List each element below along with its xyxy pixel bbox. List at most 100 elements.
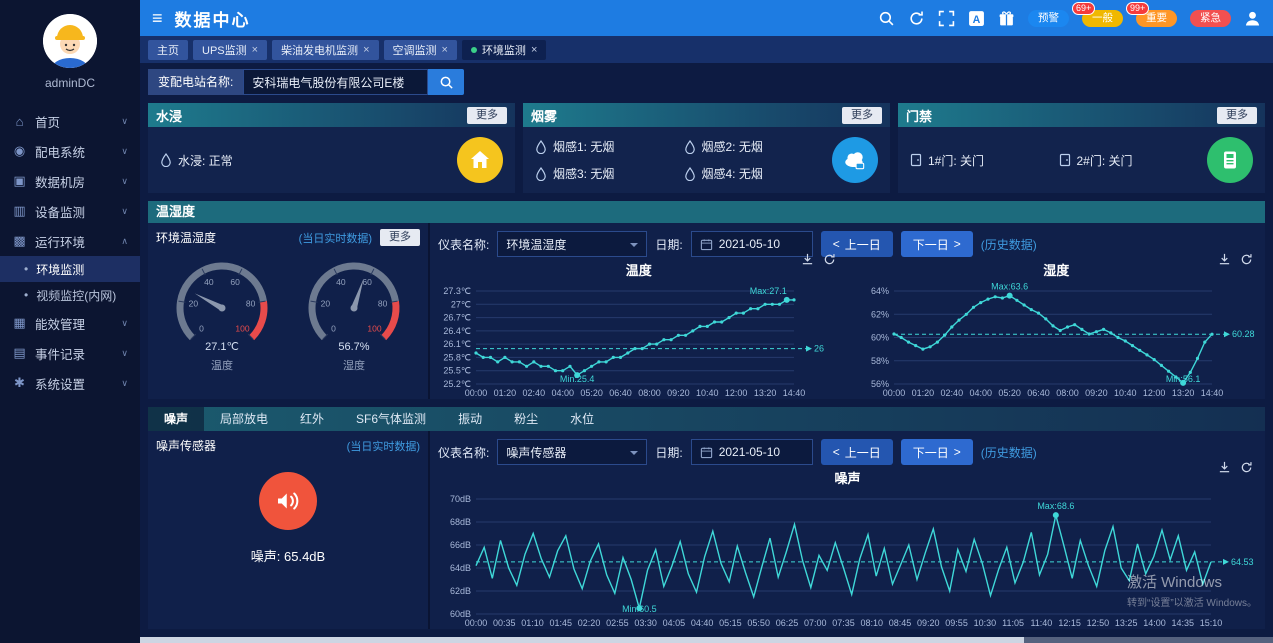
water-panel: 水浸更多 水浸: 正常 — [148, 103, 515, 193]
refresh-icon[interactable] — [908, 10, 925, 27]
history-data-link[interactable]: (历史数据) — [981, 444, 1037, 461]
sidebar-item-video-monitoring[interactable]: •视频监控(内网) — [0, 282, 140, 308]
menu-toggle-icon[interactable]: ≡ — [152, 9, 163, 27]
next-day-button[interactable]: 下一日> — [901, 231, 973, 257]
svg-text:13:20: 13:20 — [754, 388, 777, 398]
svg-text:14:35: 14:35 — [1171, 618, 1194, 628]
refresh-icon[interactable] — [823, 253, 836, 266]
close-icon[interactable]: × — [363, 44, 369, 56]
water-more-button[interactable]: 更多 — [467, 107, 507, 124]
svg-text:11:05: 11:05 — [1002, 618, 1024, 628]
station-search-button[interactable] — [428, 69, 464, 95]
droplet-icon — [160, 153, 172, 167]
sidebar-item-power-system[interactable]: ◉配电系统∨ — [0, 136, 140, 166]
humidity-gauge: 02040608010056.7% 湿度 — [288, 250, 420, 373]
translate-icon[interactable]: A — [968, 10, 985, 27]
smoke-more-button[interactable]: 更多 — [842, 107, 882, 124]
calendar-icon — [700, 446, 713, 459]
download-icon[interactable] — [1218, 461, 1231, 474]
svg-text:58%: 58% — [870, 356, 888, 366]
meter-select[interactable]: 环境温湿度 — [497, 231, 647, 257]
temperature-chart: 25.2℃25.5℃25.8℃26.1℃26.4℃26.7℃27℃27.3℃00… — [430, 281, 848, 399]
alert-count-badge: 99+ — [1126, 2, 1149, 15]
svg-text:27℃: 27℃ — [451, 299, 471, 309]
tab-hvac[interactable]: 空调监测× — [384, 40, 457, 60]
chevron-down-icon: ∨ — [121, 116, 128, 127]
tab-ups[interactable]: UPS监测× — [193, 40, 267, 60]
alert-pill-3[interactable]: 紧急 — [1190, 10, 1231, 27]
tab-env-monitoring[interactable]: 环境监测× — [462, 40, 546, 60]
sidebar-item-device-monitor[interactable]: ▥设备监测∨ — [0, 196, 140, 226]
meter-select[interactable]: 噪声传感器 — [497, 439, 647, 465]
alert-pill-2[interactable]: 99+重要 — [1136, 10, 1177, 27]
sidebar-item-environment[interactable]: ▩运行环境∧ — [0, 226, 140, 256]
svg-text:Max:68.6: Max:68.6 — [1037, 501, 1074, 511]
door-more-button[interactable]: 更多 — [1217, 107, 1257, 124]
temp-more-button[interactable]: 更多 — [380, 229, 420, 246]
noise-value: 噪声: 65.4dB — [156, 546, 420, 565]
subtab-noise[interactable]: 噪声 — [148, 407, 204, 431]
fullscreen-icon[interactable] — [938, 10, 955, 27]
user-icon[interactable] — [1244, 10, 1261, 27]
svg-text:12:15: 12:15 — [1058, 618, 1081, 628]
date-picker[interactable]: 2021-05-10 — [691, 231, 813, 257]
subtab-partial-discharge[interactable]: 局部放电 — [204, 407, 284, 431]
alert-pill-0[interactable]: 预警 — [1028, 10, 1069, 27]
scrollbar-thumb[interactable] — [140, 637, 1024, 643]
search-icon[interactable] — [878, 10, 895, 27]
svg-text:62dB: 62dB — [450, 586, 471, 596]
svg-text:0: 0 — [331, 324, 336, 334]
sidebar-item-energy[interactable]: ▦能效管理∨ — [0, 308, 140, 338]
refresh-icon[interactable] — [1240, 253, 1253, 266]
tab-home[interactable]: 主页 — [148, 40, 188, 60]
sidebar-item-settings[interactable]: ✱系统设置∨ — [0, 368, 140, 398]
svg-text:68dB: 68dB — [450, 517, 471, 527]
refresh-icon[interactable] — [1240, 461, 1253, 474]
sidebar-item-data-room[interactable]: ▣数据机房∨ — [0, 166, 140, 196]
close-icon[interactable]: × — [252, 44, 258, 56]
svg-text:00:00: 00:00 — [465, 388, 488, 398]
svg-text:06:40: 06:40 — [1027, 388, 1050, 398]
svg-text:06:25: 06:25 — [776, 618, 799, 628]
svg-text:100: 100 — [367, 324, 381, 334]
next-day-button[interactable]: 下一日> — [901, 439, 973, 465]
svg-text:03:30: 03:30 — [634, 618, 657, 628]
close-icon[interactable]: × — [442, 44, 448, 56]
svg-text:10:40: 10:40 — [696, 388, 719, 398]
station-name-input[interactable] — [243, 69, 428, 95]
alert-pill-1[interactable]: 69+一般 — [1082, 10, 1123, 27]
svg-text:09:20: 09:20 — [1085, 388, 1108, 398]
sidebar-item-env-monitoring[interactable]: •环境监测 — [0, 256, 140, 282]
svg-text:62%: 62% — [870, 309, 888, 319]
close-icon[interactable]: × — [531, 44, 537, 56]
svg-text:Min:60.5: Min:60.5 — [622, 604, 657, 614]
status-panels: 水浸更多 水浸: 正常 烟雾更多 烟感1: 无烟 — [148, 103, 1265, 193]
sidebar-item-events[interactable]: ▤事件记录∨ — [0, 338, 140, 368]
sidebar-item-home[interactable]: ⌂首页∨ — [0, 106, 140, 136]
svg-text:14:40: 14:40 — [783, 388, 806, 398]
tab-diesel[interactable]: 柴油发电机监测× — [272, 40, 378, 60]
svg-text:01:20: 01:20 — [494, 388, 517, 398]
subtab-infrared[interactable]: 红外 — [284, 407, 340, 431]
subtab-vibration[interactable]: 振动 — [442, 407, 498, 431]
home-icon: ⌂ — [12, 114, 27, 129]
svg-text:02:20: 02:20 — [578, 618, 601, 628]
page-title: 数据中心 — [175, 6, 251, 31]
horizontal-scrollbar[interactable] — [140, 637, 1273, 643]
data-room-icon: ▣ — [12, 173, 27, 189]
download-icon[interactable] — [1218, 253, 1231, 266]
subtab-dust[interactable]: 粉尘 — [498, 407, 554, 431]
svg-text:04:40: 04:40 — [691, 618, 714, 628]
gift-icon[interactable] — [998, 10, 1015, 27]
noise-sensor-card: 噪声传感器 (当日实时数据) 噪声: 65.4dB — [148, 431, 430, 629]
subtab-sf6[interactable]: SF6气体监测 — [340, 407, 442, 431]
subtab-water-level[interactable]: 水位 — [554, 407, 610, 431]
prev-day-button[interactable]: <上一日 — [821, 439, 893, 465]
download-icon[interactable] — [801, 253, 814, 266]
svg-text:09:20: 09:20 — [917, 618, 940, 628]
svg-text:25.5℃: 25.5℃ — [443, 366, 471, 376]
date-picker[interactable]: 2021-05-10 — [691, 439, 813, 465]
realtime-note: (当日实时数据) — [299, 230, 372, 246]
card-title: 噪声传感器 — [156, 437, 339, 454]
history-data-link[interactable]: (历史数据) — [981, 236, 1037, 253]
